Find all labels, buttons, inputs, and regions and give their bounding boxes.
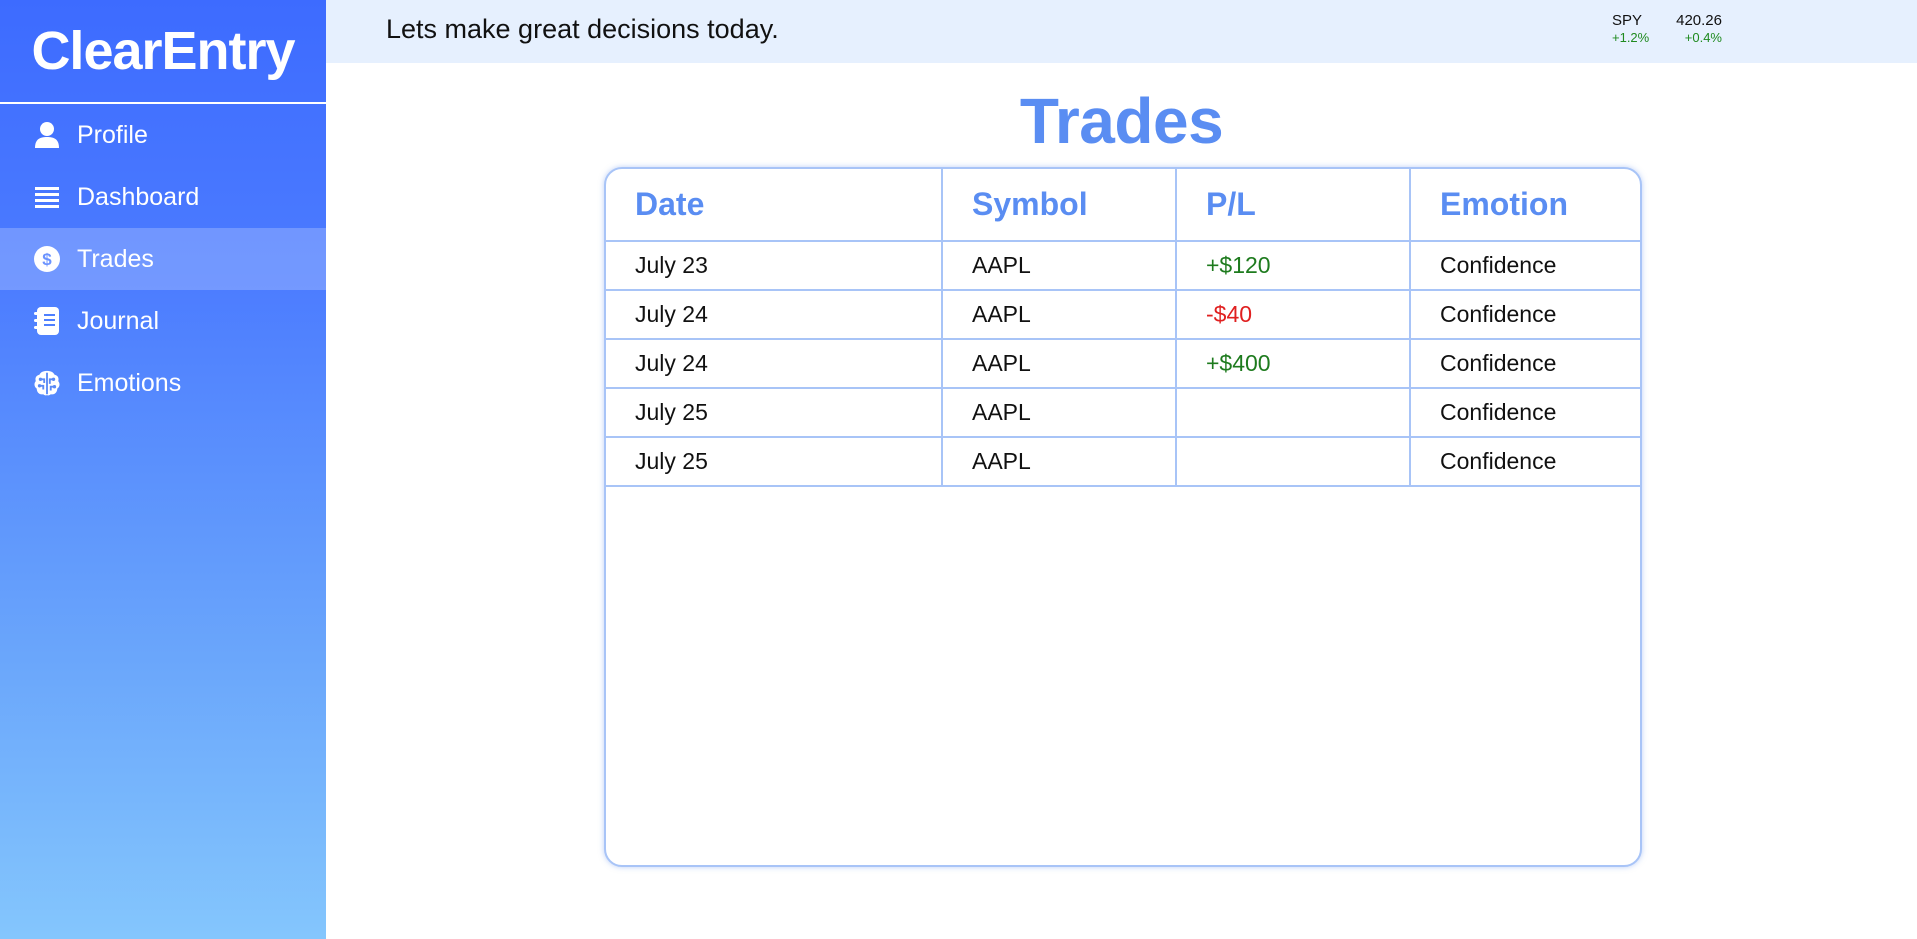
sidebar-item-profile[interactable]: Profile [0, 104, 326, 166]
cell-symbol: AAPL [941, 387, 1177, 438]
dollar-circle-icon: $ [33, 245, 61, 273]
cell-date: July 25 [606, 436, 943, 487]
column-header-symbol[interactable]: Symbol [941, 169, 1177, 242]
cell-date: July 23 [606, 240, 943, 291]
cell-emotion: Confidence [1409, 240, 1640, 291]
top-bar: Lets make great decisions today. SPY 420… [326, 0, 1917, 63]
column-header-pl[interactable]: P/L [1175, 169, 1411, 242]
cell-symbol: AAPL [941, 240, 1177, 291]
table-row[interactable]: July 25 AAPL Confidence [606, 436, 1640, 487]
trades-table: Date Symbol P/L Emotion July 23 AAPL +$1… [606, 169, 1640, 487]
sidebar: ClearEntry Profile Dashboard $ Trades Jo… [0, 0, 326, 939]
cell-symbol: AAPL [941, 289, 1177, 340]
stock-ticker[interactable]: SPY 420.26 +1.2% +0.4% [1612, 12, 1722, 45]
table-row[interactable]: July 24 AAPL -$40 Confidence [606, 289, 1640, 340]
ticker-symbol: SPY [1612, 12, 1643, 29]
sidebar-item-emotions[interactable]: Emotions [0, 352, 326, 414]
sidebar-item-label: Journal [77, 306, 159, 335]
ticker-price: 420.26 [1676, 12, 1722, 29]
column-header-date[interactable]: Date [606, 169, 943, 242]
sidebar-item-label: Trades [77, 244, 154, 273]
cell-emotion: Confidence [1409, 436, 1640, 487]
svg-text:$: $ [42, 250, 52, 269]
sidebar-item-label: Emotions [77, 368, 182, 397]
cell-emotion: Confidence [1409, 338, 1640, 389]
sidebar-item-label: Dashboard [77, 182, 200, 211]
cell-pl: -$40 [1175, 289, 1411, 340]
table-row[interactable]: July 24 AAPL +$400 Confidence [606, 338, 1640, 389]
column-header-emotion[interactable]: Emotion [1409, 169, 1640, 242]
sidebar-item-label: Profile [77, 120, 148, 149]
cell-pl: +$120 [1175, 240, 1411, 291]
brain-icon [33, 369, 61, 397]
cell-pl [1175, 436, 1411, 487]
cell-date: July 24 [606, 289, 943, 340]
cell-date: July 24 [606, 338, 943, 389]
table-row[interactable]: July 25 AAPL Confidence [606, 387, 1640, 438]
trades-table-card: Date Symbol P/L Emotion July 23 AAPL +$1… [604, 167, 1642, 867]
list-icon [33, 183, 61, 211]
table-row[interactable]: July 23 AAPL +$120 Confidence [606, 240, 1640, 291]
notebook-icon [33, 307, 61, 335]
cell-date: July 25 [606, 387, 943, 438]
sidebar-item-trades[interactable]: $ Trades [0, 228, 326, 290]
sidebar-nav: Profile Dashboard $ Trades Journal Emoti… [0, 104, 326, 414]
cell-pl [1175, 387, 1411, 438]
ticker-change: +0.4% [1684, 30, 1722, 45]
ticker-change: +1.2% [1612, 30, 1650, 45]
cell-pl: +$400 [1175, 338, 1411, 389]
brand-logo[interactable]: ClearEntry [0, 0, 326, 104]
cell-emotion: Confidence [1409, 387, 1640, 438]
brand-name: ClearEntry [31, 21, 295, 81]
greeting-text: Lets make great decisions today. [386, 14, 779, 44]
sidebar-item-journal[interactable]: Journal [0, 290, 326, 352]
user-icon [33, 121, 61, 149]
cell-symbol: AAPL [941, 338, 1177, 389]
cell-symbol: AAPL [941, 436, 1177, 487]
table-header-row: Date Symbol P/L Emotion [606, 169, 1640, 242]
sidebar-item-dashboard[interactable]: Dashboard [0, 166, 326, 228]
page-title: Trades [1019, 85, 1224, 157]
cell-emotion: Confidence [1409, 289, 1640, 340]
